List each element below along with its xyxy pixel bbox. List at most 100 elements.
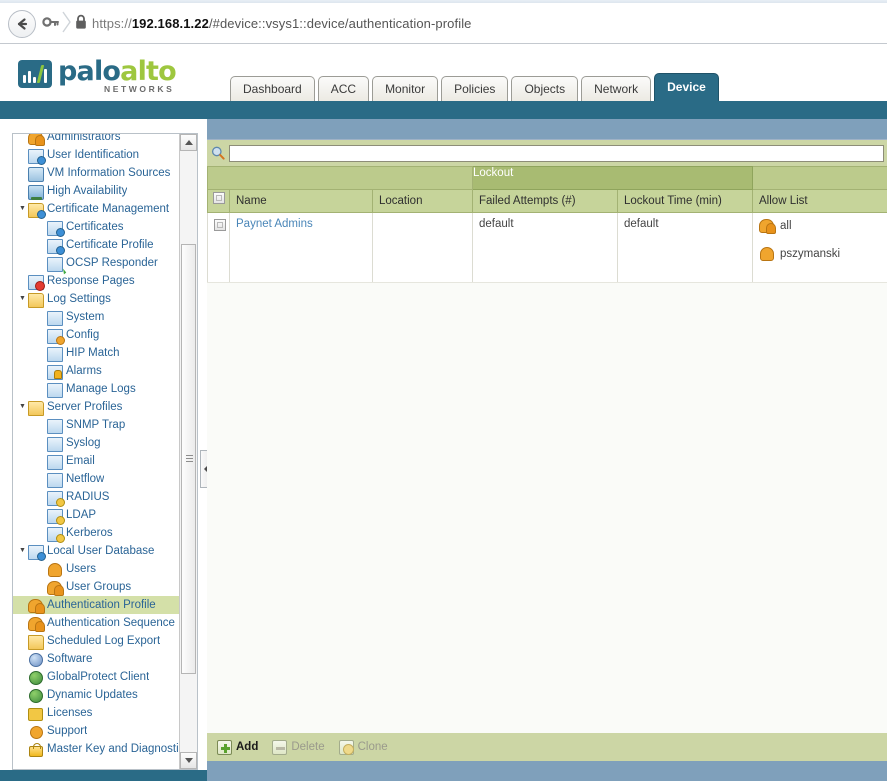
sidebar-item-authentication-sequence[interactable]: Authentication Sequence xyxy=(13,614,181,632)
sidebar-item-hip-match[interactable]: HIP Match xyxy=(13,344,181,362)
sidebar-item-licenses[interactable]: Licenses xyxy=(13,704,181,722)
row-checkbox[interactable] xyxy=(214,219,226,231)
sidebar-item-response-pages[interactable]: Response Pages xyxy=(13,272,181,291)
sidebar-item-label: Certificate Profile xyxy=(66,239,154,251)
sidebar-item-high-availability[interactable]: High Availability xyxy=(13,182,181,200)
scroll-down-icon[interactable] xyxy=(180,752,197,769)
column-header-name[interactable]: Name xyxy=(229,189,373,213)
response-pages-blocked-icon xyxy=(28,274,45,291)
tree-expander-icon[interactable]: ▼ xyxy=(17,290,28,308)
sidebar-item-software[interactable]: Software xyxy=(13,650,181,668)
column-header-lockout-time-min-[interactable]: Lockout Time (min) xyxy=(617,189,754,213)
sidebar-item-netflow[interactable]: Netflow xyxy=(13,470,181,488)
tree-expander-icon[interactable]: ▼ xyxy=(17,200,28,218)
server-profile-icon xyxy=(47,472,63,488)
sidebar-item-label: Master Key and Diagnostics xyxy=(47,743,181,755)
column-header-allow-list[interactable]: Allow List xyxy=(752,189,887,213)
tab-objects[interactable]: Objects xyxy=(511,76,579,101)
sidebar-item-label: High Availability xyxy=(47,185,128,197)
add-button[interactable]: Add xyxy=(217,739,258,755)
sidebar-item-local-user-database[interactable]: ▼ Local User Database xyxy=(13,542,181,561)
license-key-icon xyxy=(28,706,44,721)
clone-button-label: Clone xyxy=(357,741,388,753)
tab-network[interactable]: Network xyxy=(581,76,652,101)
sidebar-item-system[interactable]: System xyxy=(13,308,181,326)
folder-certificate-icon xyxy=(28,202,46,219)
folder-log-icon xyxy=(28,292,44,308)
row-select-cell[interactable] xyxy=(207,212,230,283)
toolbar-separator xyxy=(62,11,71,33)
search-magnifier-icon[interactable] xyxy=(207,146,229,160)
sidebar-item-user-identification[interactable]: User Identification xyxy=(13,146,181,165)
main-navigation-tabs: Dashboard ACC Monitor Policies Objects Networ… xyxy=(230,73,722,101)
sidebar-item-server-profiles[interactable]: ▼ Server Profiles xyxy=(13,398,181,416)
sidebar-item-ldap[interactable]: LDAP xyxy=(13,506,181,525)
paloalto-networks-logo: paloalto NETWORKS xyxy=(18,56,178,96)
sidebar-item-config[interactable]: Config xyxy=(13,326,181,345)
device-navigation-sidebar[interactable]: Administrators User Identification VM Info… xyxy=(12,133,198,770)
software-icon xyxy=(28,652,44,667)
group-header-blank-left xyxy=(206,166,474,190)
select-all-checkbox-cell[interactable] xyxy=(207,189,230,213)
sidebar-item-radius[interactable]: RADIUS xyxy=(13,488,181,507)
server-lock-icon xyxy=(47,490,65,507)
tree-expander-icon[interactable]: ▼ xyxy=(17,542,28,560)
sidebar-item-snmp-trap[interactable]: SNMP Trap xyxy=(13,416,181,434)
profile-name-cell[interactable]: Paynet Admins xyxy=(229,212,373,283)
key-permission-icon[interactable] xyxy=(40,14,62,32)
column-header-failed-attempts-[interactable]: Failed Attempts (#) xyxy=(472,189,619,213)
sidebar-item-certificates[interactable]: Certificates xyxy=(13,218,181,237)
sidebar-item-kerberos[interactable]: Kerberos xyxy=(13,524,181,543)
sidebar-item-support[interactable]: Support xyxy=(13,722,181,740)
sidebar-item-alarms[interactable]: Alarms xyxy=(13,362,181,380)
scrollbar-thumb[interactable] xyxy=(181,244,196,674)
sidebar-item-ocsp-responder[interactable]: OCSP Responder xyxy=(13,254,181,274)
sidebar-item-label: Support xyxy=(47,725,88,737)
sidebar-item-vm-information-sources[interactable]: VM Information Sources xyxy=(13,164,181,182)
sidebar-item-label: Software xyxy=(47,653,93,665)
certificate-check-icon xyxy=(47,256,67,274)
sidebar-item-label: LDAP xyxy=(66,509,97,521)
sidebar-item-globalprotect-client[interactable]: GlobalProtect Client xyxy=(13,668,181,686)
sidebar-item-label: HIP Match xyxy=(66,347,120,359)
tab-acc[interactable]: ACC xyxy=(317,76,370,101)
group-header-lockout: Lockout xyxy=(472,166,754,190)
table-row[interactable]: Paynet Admins default default all pszymanski xyxy=(207,212,887,283)
logo-word-palo: palo xyxy=(58,56,121,87)
config-log-icon xyxy=(47,328,65,345)
sidebar-item-master-key-and-diagnostics[interactable]: Master Key and Diagnostics xyxy=(13,740,181,758)
sidebar-item-label: Log Settings xyxy=(47,293,111,305)
sidebar-item-certificate-management[interactable]: ▼ Certificate Management xyxy=(13,200,181,219)
sidebar-item-administrators[interactable]: Administrators xyxy=(13,134,181,146)
select-all-checkbox[interactable] xyxy=(212,192,225,204)
tab-policies[interactable]: Policies xyxy=(441,76,509,101)
sidebar-item-log-settings[interactable]: ▼ Log Settings xyxy=(13,290,181,308)
system-log-icon xyxy=(47,310,63,326)
sidebar-item-email[interactable]: Email xyxy=(13,452,181,470)
scroll-up-icon[interactable] xyxy=(180,134,197,151)
column-header-location[interactable]: Location xyxy=(371,189,474,213)
search-input[interactable] xyxy=(229,144,884,162)
tab-dashboard[interactable]: Dashboard xyxy=(230,76,315,101)
allow-list-entry-label: all xyxy=(780,219,792,232)
sidebar-item-scheduled-log-export[interactable]: Scheduled Log Export xyxy=(13,632,181,650)
sidebar-item-syslog[interactable]: Syslog xyxy=(13,434,181,452)
tab-label: Policies xyxy=(454,82,496,96)
back-arrow-icon[interactable] xyxy=(8,10,36,38)
sidebar-item-user-groups[interactable]: User Groups xyxy=(13,578,181,596)
profile-name-cell-text[interactable]: Paynet Admins xyxy=(236,218,313,230)
tree-expander-icon[interactable]: ▼ xyxy=(17,398,28,416)
sidebar-item-manage-logs[interactable]: Manage Logs xyxy=(13,380,181,398)
sidebar-item-users[interactable]: Users xyxy=(13,560,181,578)
sidebar-scrollbar[interactable] xyxy=(179,134,197,769)
tab-monitor[interactable]: Monitor xyxy=(372,76,439,101)
sidebar-item-certificate-profile[interactable]: Certificate Profile xyxy=(13,236,181,255)
group-header-blank-right xyxy=(752,166,887,190)
authentication-profile-panel: Lockout Name Location Failed Attempts (#) L… xyxy=(206,139,887,781)
sidebar-item-authentication-profile[interactable]: Authentication Profile xyxy=(13,596,181,614)
tab-device[interactable]: Device xyxy=(654,73,719,101)
sidebar-item-dynamic-updates[interactable]: Dynamic Updates xyxy=(13,686,181,704)
table-action-toolbar: Add Delete Clone xyxy=(207,733,887,761)
tab-label: Monitor xyxy=(385,82,426,96)
address-bar[interactable]: https://192.168.1.22/#device::vsys1::dev… xyxy=(92,15,472,33)
